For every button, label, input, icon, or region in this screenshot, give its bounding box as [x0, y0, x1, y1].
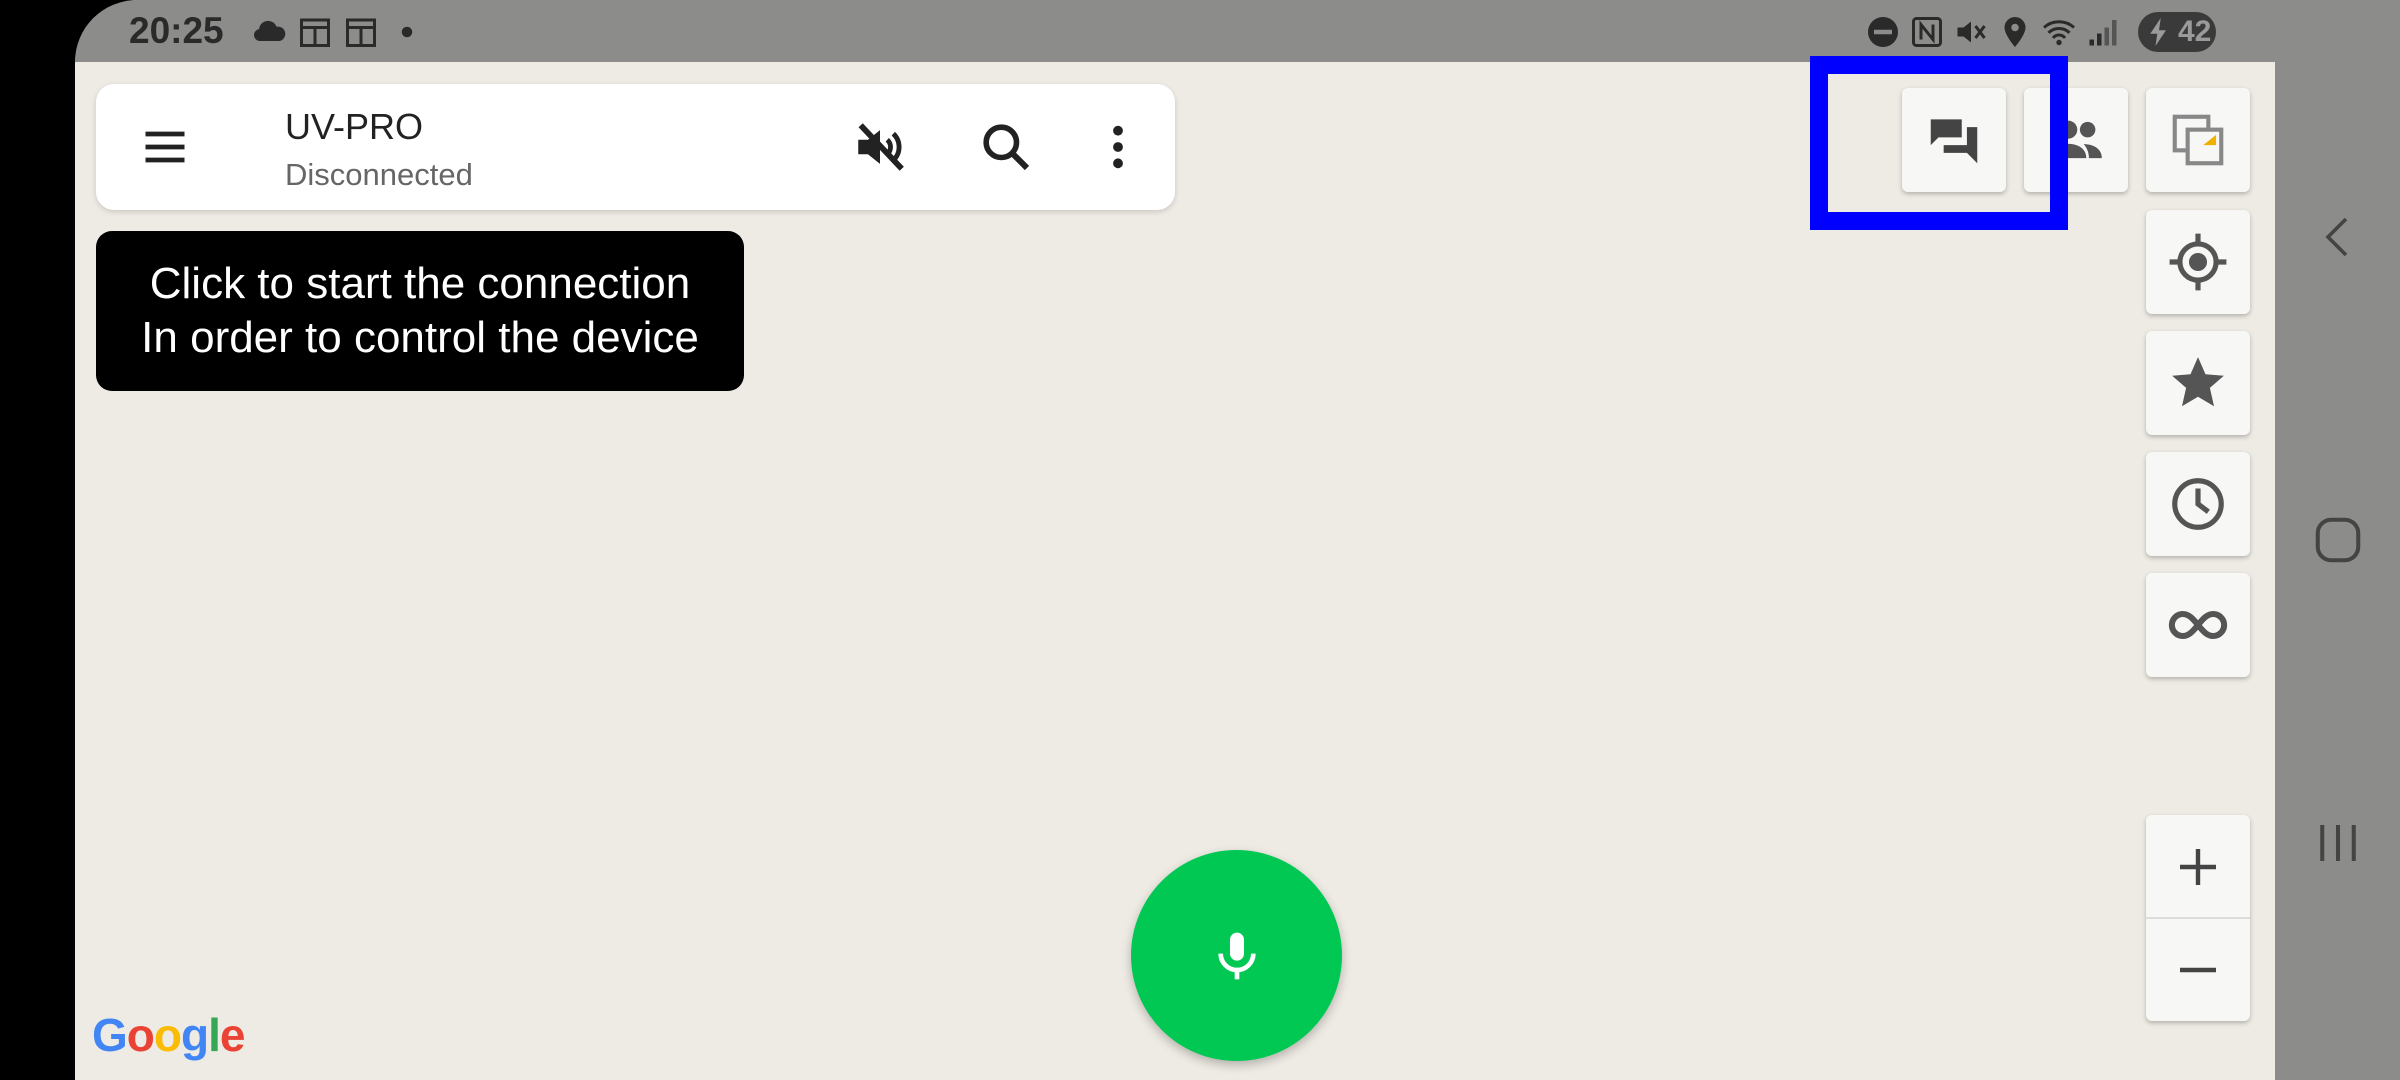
home-icon [2315, 517, 2361, 563]
my-location-button[interactable] [2146, 210, 2250, 314]
status-time: 20:25 [129, 10, 224, 51]
calendar-icon [300, 18, 330, 47]
my-location-icon [2169, 233, 2227, 291]
back-icon [2325, 217, 2348, 257]
connection-status[interactable]: Disconnected [285, 157, 473, 193]
charging-icon [2150, 18, 2166, 46]
tooltip-line-2: In order to control the device [141, 313, 699, 362]
more-vert-icon [1113, 125, 1123, 169]
layers-button[interactable] [2146, 88, 2250, 192]
zoom-controls [2146, 815, 2250, 1021]
mute-icon [1957, 21, 1986, 43]
wifi-icon [2043, 20, 2075, 46]
recents-icon [2320, 825, 2356, 861]
location-icon [2004, 17, 2026, 47]
plus-icon [2180, 848, 2216, 885]
battery-level: 42 [2178, 15, 2212, 48]
history-button[interactable] [2146, 452, 2250, 556]
layers-icon [2172, 114, 2224, 166]
minus-icon [2180, 967, 2216, 972]
favorites-button[interactable] [2146, 331, 2250, 435]
signal-icon [2089, 20, 2117, 46]
search-button[interactable] [971, 112, 1041, 182]
calendar-icon [346, 18, 376, 47]
tooltip-line-1: Click to start the connection [149, 259, 691, 308]
zoom-in-button[interactable] [2146, 815, 2250, 918]
volume-off-button[interactable] [845, 112, 915, 182]
status-bar: 20:25 42 [75, 0, 2275, 62]
connection-tooltip[interactable]: Click to start the connection In order t… [96, 231, 744, 391]
volume-off-icon [858, 123, 904, 171]
cloud-icon [254, 20, 286, 41]
top-app-bar: UV-PRO Disconnected [96, 84, 1175, 210]
microphone-fab[interactable] [1131, 850, 1342, 1061]
star-icon [2172, 357, 2224, 407]
app-title: UV-PRO [285, 106, 424, 147]
microphone-icon [1217, 932, 1256, 979]
battery-indicator: 42 [2138, 12, 2216, 52]
search-icon [983, 124, 1030, 171]
menu-button[interactable] [130, 112, 200, 182]
recents-button[interactable] [2303, 808, 2373, 878]
navigation-bar [2275, 0, 2400, 1080]
clock-icon [2172, 478, 2224, 530]
infinity-icon [2168, 610, 2228, 640]
do-not-disturb-icon [1868, 17, 1898, 47]
zoom-out-button[interactable] [2146, 918, 2250, 1021]
back-button[interactable] [2303, 202, 2373, 272]
highlight-box [1810, 56, 2068, 230]
nfc-icon [1912, 17, 1942, 47]
link-button[interactable] [2146, 573, 2250, 677]
more-options-button[interactable] [1083, 112, 1153, 182]
google-logo: Google [92, 1009, 245, 1061]
dot-icon [401, 26, 413, 38]
menu-icon [145, 131, 185, 163]
home-button[interactable] [2303, 505, 2373, 575]
